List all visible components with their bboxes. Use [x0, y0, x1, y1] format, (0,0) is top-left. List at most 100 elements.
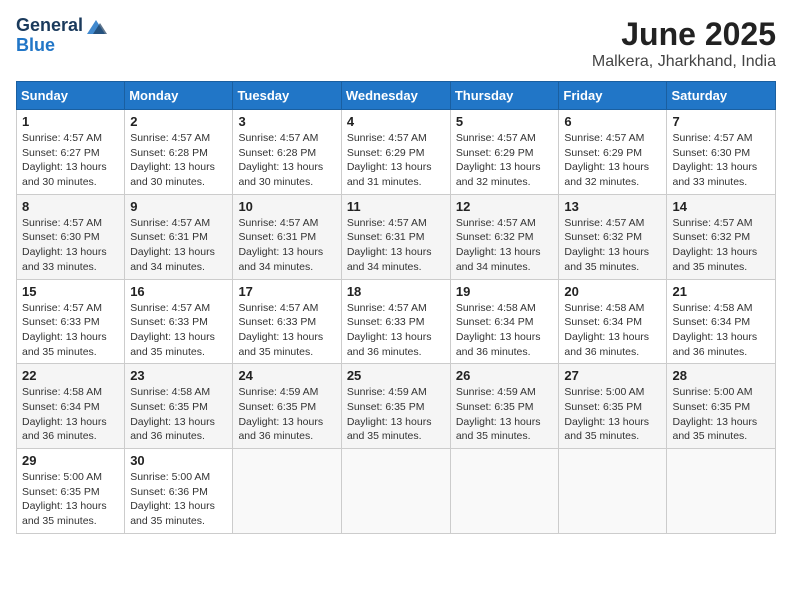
- day-info: Sunrise: 5:00 AM Sunset: 6:35 PM Dayligh…: [672, 385, 770, 444]
- day-info: Sunrise: 4:58 AM Sunset: 6:34 PM Dayligh…: [456, 301, 554, 360]
- day-cell: 13 Sunrise: 4:57 AM Sunset: 6:32 PM Dayli…: [559, 194, 667, 279]
- day-cell: [667, 449, 776, 534]
- day-cell: 16 Sunrise: 4:57 AM Sunset: 6:33 PM Dayli…: [125, 279, 233, 364]
- day-number: 19: [456, 284, 554, 299]
- day-info: Sunrise: 4:57 AM Sunset: 6:32 PM Dayligh…: [672, 216, 770, 275]
- logo-icon: [85, 18, 107, 36]
- weekday-header-row: SundayMondayTuesdayWednesdayThursdayFrid…: [17, 82, 776, 110]
- weekday-header-wednesday: Wednesday: [341, 82, 450, 110]
- day-number: 23: [130, 368, 227, 383]
- day-info: Sunrise: 4:57 AM Sunset: 6:31 PM Dayligh…: [238, 216, 335, 275]
- day-info: Sunrise: 4:57 AM Sunset: 6:32 PM Dayligh…: [564, 216, 661, 275]
- day-cell: 22 Sunrise: 4:58 AM Sunset: 6:34 PM Dayli…: [17, 364, 125, 449]
- day-number: 13: [564, 199, 661, 214]
- day-cell: 15 Sunrise: 4:57 AM Sunset: 6:33 PM Dayli…: [17, 279, 125, 364]
- day-number: 26: [456, 368, 554, 383]
- day-info: Sunrise: 4:58 AM Sunset: 6:34 PM Dayligh…: [22, 385, 119, 444]
- day-cell: 10 Sunrise: 4:57 AM Sunset: 6:31 PM Dayli…: [233, 194, 341, 279]
- day-info: Sunrise: 4:58 AM Sunset: 6:35 PM Dayligh…: [130, 385, 227, 444]
- weekday-header-friday: Friday: [559, 82, 667, 110]
- day-number: 2: [130, 114, 227, 129]
- day-cell: 26 Sunrise: 4:59 AM Sunset: 6:35 PM Dayli…: [450, 364, 559, 449]
- day-number: 10: [238, 199, 335, 214]
- day-info: Sunrise: 4:57 AM Sunset: 6:30 PM Dayligh…: [22, 216, 119, 275]
- day-number: 16: [130, 284, 227, 299]
- day-cell: 1 Sunrise: 4:57 AM Sunset: 6:27 PM Daylig…: [17, 110, 125, 195]
- weekday-header-thursday: Thursday: [450, 82, 559, 110]
- logo-blue: Blue: [16, 36, 55, 56]
- day-number: 1: [22, 114, 119, 129]
- day-number: 7: [672, 114, 770, 129]
- weekday-header-saturday: Saturday: [667, 82, 776, 110]
- day-cell: 2 Sunrise: 4:57 AM Sunset: 6:28 PM Daylig…: [125, 110, 233, 195]
- weekday-header-monday: Monday: [125, 82, 233, 110]
- day-cell: 14Sunrise: 4:57 AM Sunset: 6:32 PM Dayli…: [667, 194, 776, 279]
- day-info: Sunrise: 4:57 AM Sunset: 6:33 PM Dayligh…: [130, 301, 227, 360]
- day-cell: 12Sunrise: 4:57 AM Sunset: 6:32 PM Dayli…: [450, 194, 559, 279]
- day-number: 6: [564, 114, 661, 129]
- day-cell: 24Sunrise: 4:59 AM Sunset: 6:35 PM Dayli…: [233, 364, 341, 449]
- day-info: Sunrise: 4:57 AM Sunset: 6:31 PM Dayligh…: [130, 216, 227, 275]
- day-cell: [341, 449, 450, 534]
- day-number: 8: [22, 199, 119, 214]
- day-cell: 20Sunrise: 4:58 AM Sunset: 6:34 PM Dayli…: [559, 279, 667, 364]
- day-info: Sunrise: 4:57 AM Sunset: 6:29 PM Dayligh…: [564, 131, 661, 190]
- day-number: 18: [347, 284, 445, 299]
- day-info: Sunrise: 4:57 AM Sunset: 6:33 PM Dayligh…: [238, 301, 335, 360]
- day-number: 3: [238, 114, 335, 129]
- day-cell: 11Sunrise: 4:57 AM Sunset: 6:31 PM Dayli…: [341, 194, 450, 279]
- day-cell: 23 Sunrise: 4:58 AM Sunset: 6:35 PM Dayli…: [125, 364, 233, 449]
- day-info: Sunrise: 4:57 AM Sunset: 6:33 PM Dayligh…: [22, 301, 119, 360]
- day-cell: 29Sunrise: 5:00 AM Sunset: 6:35 PM Dayli…: [17, 449, 125, 534]
- day-cell: 4 Sunrise: 4:57 AM Sunset: 6:29 PM Daylig…: [341, 110, 450, 195]
- title-area: June 2025 Malkera, Jharkhand, India: [592, 16, 776, 71]
- day-cell: [559, 449, 667, 534]
- day-info: Sunrise: 4:59 AM Sunset: 6:35 PM Dayligh…: [456, 385, 554, 444]
- day-info: Sunrise: 5:00 AM Sunset: 6:35 PM Dayligh…: [22, 470, 119, 529]
- day-number: 21: [672, 284, 770, 299]
- day-cell: 7 Sunrise: 4:57 AM Sunset: 6:30 PM Daylig…: [667, 110, 776, 195]
- day-info: Sunrise: 4:59 AM Sunset: 6:35 PM Dayligh…: [238, 385, 335, 444]
- weekday-header-tuesday: Tuesday: [233, 82, 341, 110]
- day-number: 27: [564, 368, 661, 383]
- day-info: Sunrise: 4:57 AM Sunset: 6:29 PM Dayligh…: [347, 131, 445, 190]
- day-number: 30: [130, 453, 227, 468]
- week-row-4: 22 Sunrise: 4:58 AM Sunset: 6:34 PM Dayli…: [17, 364, 776, 449]
- day-number: 17: [238, 284, 335, 299]
- day-info: Sunrise: 4:57 AM Sunset: 6:30 PM Dayligh…: [672, 131, 770, 190]
- day-cell: [450, 449, 559, 534]
- day-info: Sunrise: 4:57 AM Sunset: 6:27 PM Dayligh…: [22, 131, 119, 190]
- day-cell: 3Sunrise: 4:57 AM Sunset: 6:28 PM Daylig…: [233, 110, 341, 195]
- day-cell: 18 Sunrise: 4:57 AM Sunset: 6:33 PM Dayli…: [341, 279, 450, 364]
- day-number: 11: [347, 199, 445, 214]
- day-cell: 28 Sunrise: 5:00 AM Sunset: 6:35 PM Dayli…: [667, 364, 776, 449]
- day-cell: 5 Sunrise: 4:57 AM Sunset: 6:29 PM Daylig…: [450, 110, 559, 195]
- week-row-5: 29Sunrise: 5:00 AM Sunset: 6:35 PM Dayli…: [17, 449, 776, 534]
- day-info: Sunrise: 4:57 AM Sunset: 6:29 PM Dayligh…: [456, 131, 554, 190]
- day-number: 20: [564, 284, 661, 299]
- day-info: Sunrise: 4:57 AM Sunset: 6:33 PM Dayligh…: [347, 301, 445, 360]
- week-row-2: 8 Sunrise: 4:57 AM Sunset: 6:30 PM Daylig…: [17, 194, 776, 279]
- day-info: Sunrise: 4:57 AM Sunset: 6:32 PM Dayligh…: [456, 216, 554, 275]
- week-row-1: 1 Sunrise: 4:57 AM Sunset: 6:27 PM Daylig…: [17, 110, 776, 195]
- day-number: 4: [347, 114, 445, 129]
- day-info: Sunrise: 4:59 AM Sunset: 6:35 PM Dayligh…: [347, 385, 445, 444]
- day-number: 28: [672, 368, 770, 383]
- day-cell: 19 Sunrise: 4:58 AM Sunset: 6:34 PM Dayli…: [450, 279, 559, 364]
- header: General Blue June 2025 Malkera, Jharkhan…: [16, 16, 776, 71]
- day-number: 22: [22, 368, 119, 383]
- day-cell: [233, 449, 341, 534]
- day-cell: 17 Sunrise: 4:57 AM Sunset: 6:33 PM Dayli…: [233, 279, 341, 364]
- day-cell: 6 Sunrise: 4:57 AM Sunset: 6:29 PM Daylig…: [559, 110, 667, 195]
- day-number: 25: [347, 368, 445, 383]
- location-title: Malkera, Jharkhand, India: [592, 53, 776, 71]
- day-cell: 8 Sunrise: 4:57 AM Sunset: 6:30 PM Daylig…: [17, 194, 125, 279]
- day-cell: 9 Sunrise: 4:57 AM Sunset: 6:31 PM Daylig…: [125, 194, 233, 279]
- day-number: 5: [456, 114, 554, 129]
- day-cell: 21Sunrise: 4:58 AM Sunset: 6:34 PM Dayli…: [667, 279, 776, 364]
- month-title: June 2025: [592, 16, 776, 53]
- day-number: 15: [22, 284, 119, 299]
- day-info: Sunrise: 4:57 AM Sunset: 6:28 PM Dayligh…: [130, 131, 227, 190]
- day-number: 9: [130, 199, 227, 214]
- day-cell: 30Sunrise: 5:00 AM Sunset: 6:36 PM Dayli…: [125, 449, 233, 534]
